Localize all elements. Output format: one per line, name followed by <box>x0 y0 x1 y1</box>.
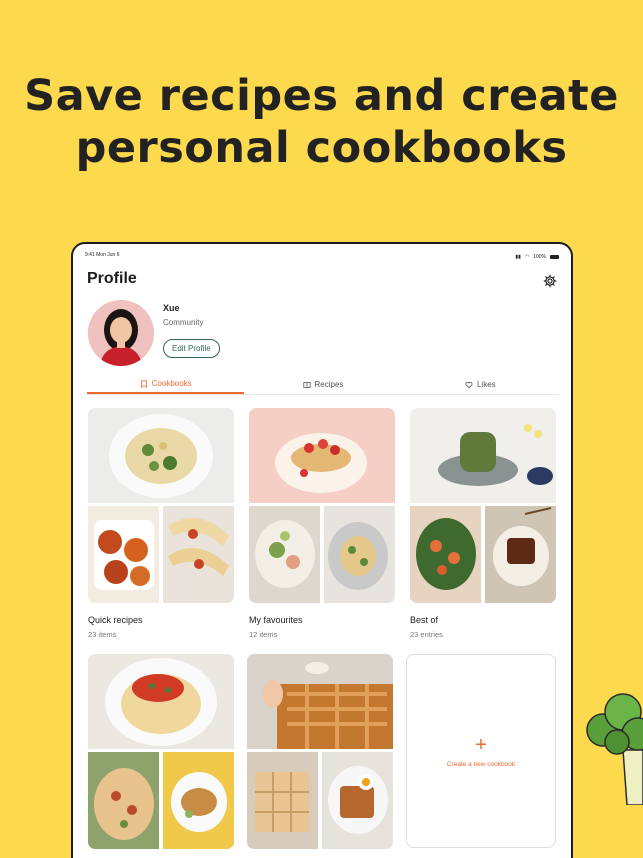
new-cookbook-button[interactable]: + Create a new cookbook <box>406 654 556 848</box>
green-pancakes-image <box>410 408 556 503</box>
cookbook-title: Quick recipes <box>88 615 143 625</box>
pasta-plate-image <box>324 506 395 603</box>
heart-icon <box>465 381 473 388</box>
recipe-book-icon <box>302 381 311 388</box>
stuffed-peppers-image <box>88 506 159 603</box>
status-bar: 9:41 Mon Jun 6 ▮▮ ◠ 100% <box>85 252 559 262</box>
tab-cookbooks[interactable]: Cookbooks <box>87 375 245 394</box>
shortbread-image <box>247 752 318 849</box>
new-cookbook-label: Create a new cookbook <box>446 760 516 768</box>
signal-icon: ▮▮ <box>515 254 521 260</box>
salad-image <box>249 506 320 603</box>
profile-tabs: Cookbooks Recipes Likes <box>87 375 559 395</box>
tab-likes[interactable]: Likes <box>402 375 559 394</box>
broccoli-illustration <box>586 693 643 805</box>
page-title: Profile <box>87 270 137 287</box>
cookbook-count: 23 entries <box>410 630 443 639</box>
cookbook-collage <box>410 408 556 603</box>
bookmark-icon <box>140 379 147 388</box>
cookbook-title: My favourites <box>249 615 303 625</box>
pasta-dish-image <box>88 408 234 503</box>
headline-line-1: Save recipes and create <box>24 71 619 121</box>
cookbook-collage <box>88 408 234 603</box>
pie-image <box>247 654 393 749</box>
cookbook-collage <box>247 654 393 849</box>
cookbook-collage <box>249 408 395 603</box>
battery-icon <box>550 255 559 259</box>
battery-percent: 100% <box>533 254 546 260</box>
waffle-egg-image <box>322 752 393 849</box>
status-time: 9:41 <box>85 252 95 258</box>
cookbook-card[interactable] <box>88 654 234 849</box>
tab-label: Likes <box>476 379 496 389</box>
cookbook-card[interactable] <box>247 654 393 849</box>
gear-icon[interactable] <box>543 274 557 288</box>
wifi-icon: ◠ <box>524 254 530 260</box>
headline-line-2: personal cookbooks <box>75 123 568 173</box>
cookbook-card[interactable]: Best of 23 entries <box>410 408 556 639</box>
chicken-plate-image <box>163 752 234 849</box>
cookbook-collage <box>88 654 234 849</box>
pancakes-image <box>249 408 395 503</box>
shrimp-salad-image <box>410 506 481 603</box>
tacos-image <box>163 506 234 603</box>
tablet-frame: 9:41 Mon Jun 6 ▮▮ ◠ 100% Profile Xue Com… <box>71 242 573 858</box>
rice-bowl-image <box>485 506 556 603</box>
tab-recipes[interactable]: Recipes <box>244 375 401 394</box>
cookbook-card[interactable]: Quick recipes 23 items <box>88 408 234 639</box>
status-date: Mon Jun 6 <box>96 252 120 258</box>
username: Xue <box>163 303 180 313</box>
tab-label: Recipes <box>314 379 344 389</box>
cookbook-count: 12 items <box>249 630 278 639</box>
tab-label: Cookbooks <box>151 378 192 388</box>
cookbook-title: Best of <box>410 615 439 625</box>
edit-profile-button[interactable]: Edit Profile <box>163 339 220 358</box>
headline: Save recipes and create personal cookboo… <box>0 70 643 174</box>
pappardelle-image <box>88 654 234 749</box>
plus-icon: + <box>475 733 487 756</box>
avatar[interactable] <box>88 300 154 366</box>
cookbook-card[interactable]: My favourites 12 items <box>249 408 395 639</box>
cookbook-count: 23 items <box>88 630 117 639</box>
user-role: Community <box>163 318 204 327</box>
flatbread-image <box>88 752 159 849</box>
